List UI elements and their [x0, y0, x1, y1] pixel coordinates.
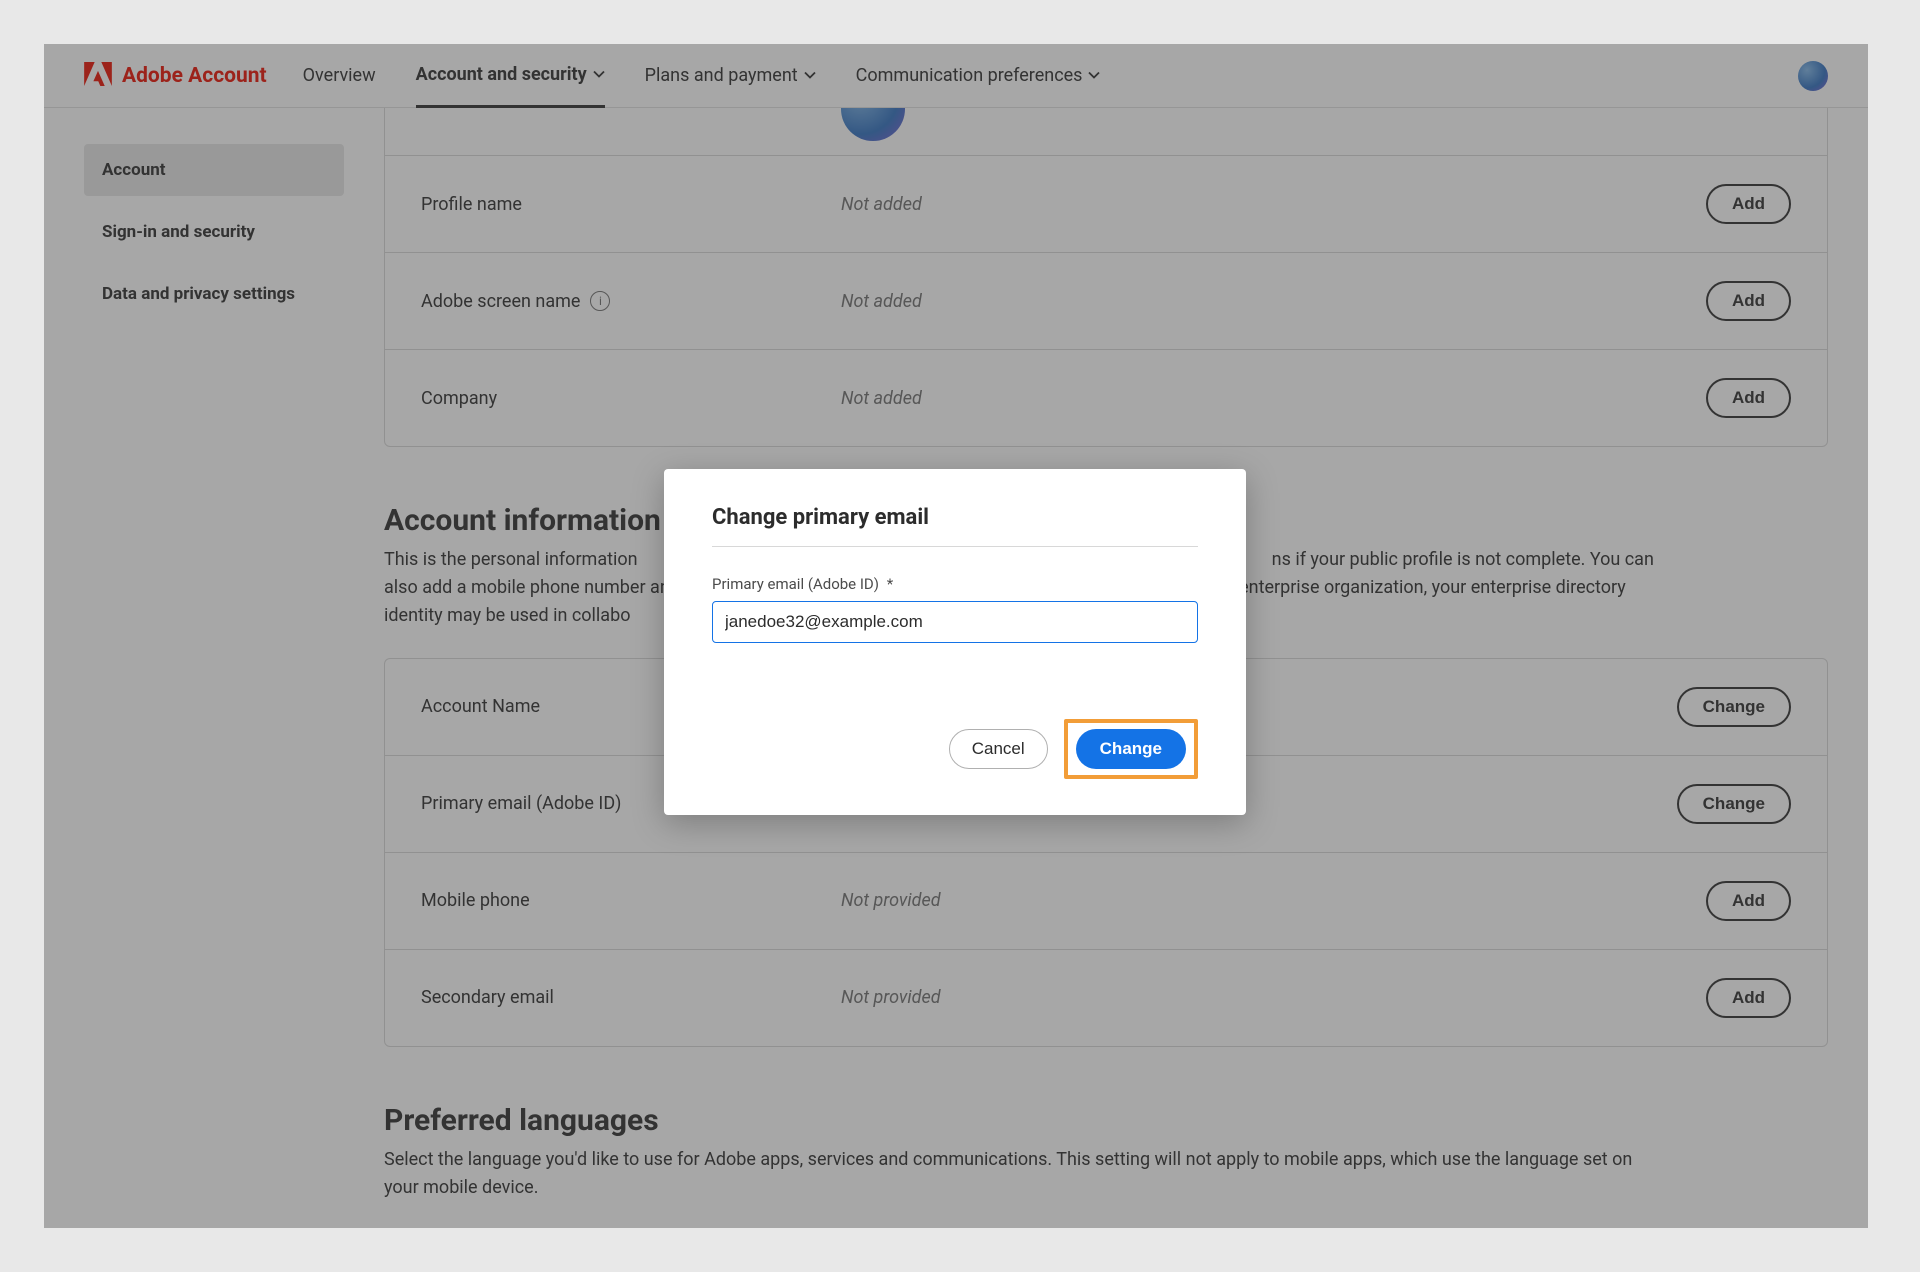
change-button[interactable]: Change [1076, 729, 1186, 769]
cancel-button[interactable]: Cancel [949, 729, 1048, 769]
field-label-text: Primary email (Adobe ID) [712, 575, 879, 593]
required-star-icon: * [887, 575, 893, 593]
highlight-frame: Change [1064, 719, 1198, 779]
page-frame: Adobe Account Overview Account and secur… [44, 44, 1868, 1228]
change-email-modal: Change primary email Primary email (Adob… [664, 469, 1246, 815]
field-label: Primary email (Adobe ID) * [712, 575, 1198, 593]
modal-actions: Cancel Change [712, 719, 1198, 779]
primary-email-input[interactable] [712, 601, 1198, 643]
modal-divider [712, 546, 1198, 547]
modal-title: Change primary email [712, 505, 1198, 530]
